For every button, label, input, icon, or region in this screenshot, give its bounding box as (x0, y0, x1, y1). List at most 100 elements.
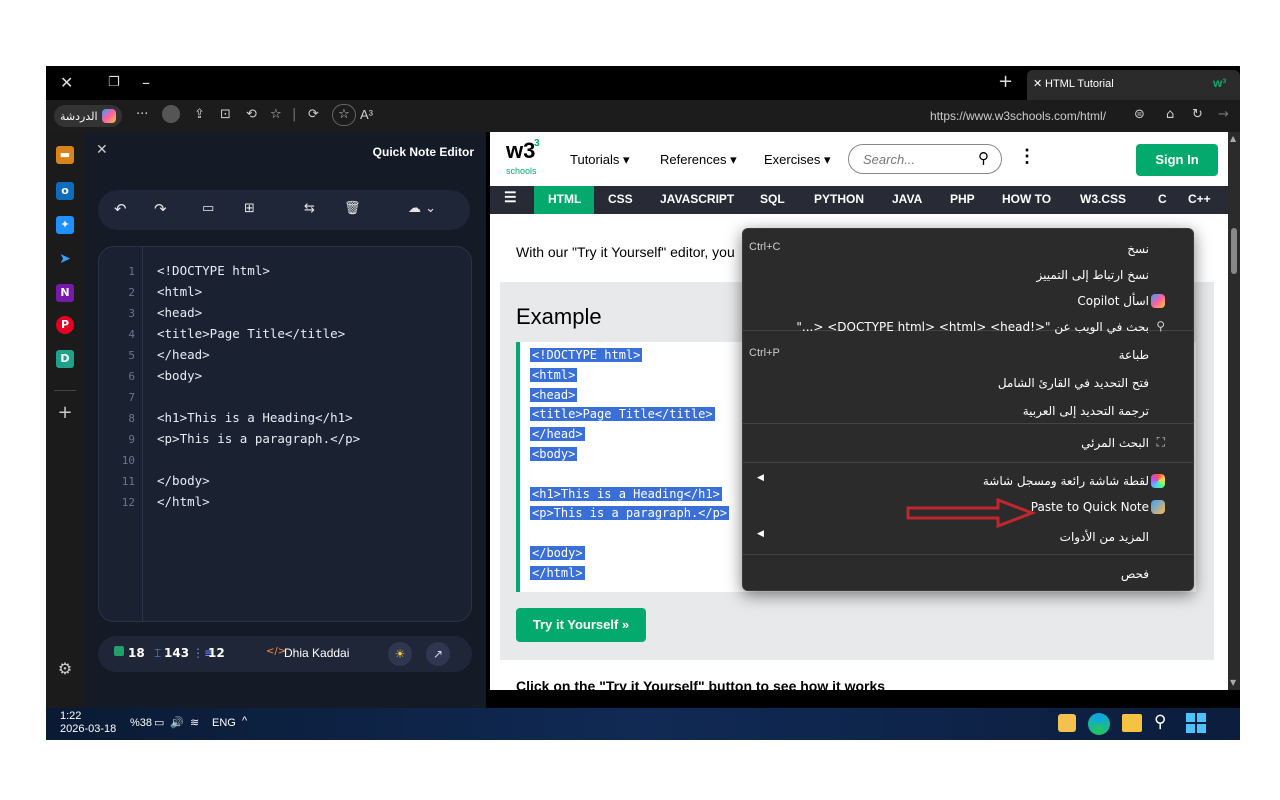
clock-time[interactable]: 1:22 (60, 710, 81, 722)
more-options-icon[interactable]: ⋮ (1018, 146, 1036, 167)
cloud-download-icon[interactable]: ☁ ⌄ (408, 201, 436, 216)
undo-icon[interactable]: ↶ (114, 200, 127, 218)
minimize-window-icon[interactable]: – (142, 73, 150, 92)
menu-item[interactable]: نسخ Ctrl+C (743, 237, 1193, 263)
favorite-star-icon[interactable]: ☆ (332, 104, 356, 126)
quick-note-icon[interactable]: D (56, 350, 74, 368)
subnav-python[interactable]: PYTHON (814, 192, 864, 206)
scrollbar-thumb[interactable] (1231, 228, 1237, 274)
page-scrollbar[interactable]: ▲ ▼ (1228, 132, 1240, 690)
open-external-icon[interactable]: ↗ (426, 642, 450, 666)
close-tab-icon[interactable]: ✕ (1033, 77, 1042, 90)
example-code-line[interactable]: <!DOCTYPE html> (530, 348, 643, 362)
battery-icon[interactable]: ▭ (154, 716, 164, 729)
sign-in-button[interactable]: Sign In (1136, 144, 1218, 176)
menu-item[interactable]: بحث في الويب عن "<!DOCTYPE html> <html> … (743, 315, 1193, 341)
w3-logo[interactable]: w3 (506, 138, 535, 164)
subnav-php[interactable]: PHP (950, 192, 975, 206)
extensions-icon[interactable]: ⟳ (308, 107, 319, 122)
close-window-icon[interactable]: ✕ (60, 73, 73, 92)
subnav-java[interactable]: JAVA (892, 192, 922, 206)
example-code-line[interactable]: </html> (530, 565, 585, 580)
profile-avatar[interactable] (162, 105, 180, 123)
search-taskbar-icon[interactable]: ⚲ (1154, 712, 1166, 732)
onenote-icon[interactable]: N (56, 284, 74, 302)
menu-item[interactable]: فتح التحديد في القارئ الشامل (743, 371, 1193, 397)
volume-icon[interactable]: 🔊 (170, 716, 184, 729)
pinterest-icon[interactable]: P (56, 316, 74, 334)
menu-item[interactable]: طباعة Ctrl+P (743, 343, 1193, 369)
tab-html-tutorial[interactable]: ✕ HTML Tutorial w³ (1027, 70, 1240, 100)
nav-tutorials[interactable]: Tutorials ▾ (570, 152, 630, 168)
menu-item[interactable]: المزيد من الأدوات ◀ (743, 525, 1193, 551)
menu-item[interactable]: ترجمة التحديد إلى العربية (743, 399, 1193, 425)
restore-window-icon[interactable]: ❐ (108, 75, 120, 90)
windows-start-icon[interactable] (1186, 713, 1206, 733)
code-line[interactable]: <h1>This is a Heading</h1> (157, 410, 353, 425)
code-line[interactable]: </body> (157, 473, 210, 488)
lock-icon[interactable]: ⊜ (1134, 107, 1145, 122)
example-code-line[interactable]: <head> (530, 387, 578, 402)
example-code-line[interactable]: <title>Page Title</title> (530, 407, 715, 422)
history-icon[interactable]: ⟲ (246, 107, 257, 122)
read-aloud-icon[interactable]: A³ (360, 107, 373, 122)
forward-icon[interactable]: → (1218, 107, 1229, 122)
example-code-line[interactable]: <html> (530, 367, 578, 382)
subnav-c[interactable]: C (1158, 192, 1167, 206)
outlook-icon[interactable]: o (56, 182, 74, 200)
try-it-yourself-button[interactable]: Try it Yourself » (516, 608, 646, 642)
language-indicator[interactable]: ENG (212, 717, 236, 729)
delete-icon[interactable]: 🗑 (344, 201, 361, 216)
subnav-css[interactable]: CSS (608, 192, 633, 206)
new-tab-icon[interactable]: + (998, 71, 1013, 92)
subnav-html[interactable]: HTML (548, 192, 581, 206)
home-icon[interactable]: ⌂ (1166, 107, 1174, 122)
example-code-line[interactable]: </head> (530, 427, 585, 442)
search-icon[interactable]: ⚲ (978, 149, 989, 167)
store-icon[interactable] (1058, 714, 1076, 732)
battery-percent[interactable]: %38 (130, 717, 152, 729)
tray-chevron-icon[interactable]: ^ (242, 715, 247, 727)
hamburger-menu-icon[interactable]: ☰ (504, 189, 517, 206)
settings-icon[interactable]: ⚙ (56, 660, 74, 678)
clock-date[interactable]: 2026-03-18 (60, 723, 116, 735)
menu-item[interactable]: اسأل Copilot (743, 289, 1193, 315)
code-line[interactable]: </html> (157, 494, 210, 509)
menu-item[interactable]: البحث المرئي ⛶ (743, 431, 1193, 457)
example-code-line[interactable]: <h1>This is a Heading</h1> (530, 486, 722, 501)
refresh-icon[interactable]: ↻ (1192, 107, 1203, 122)
paste-icon[interactable]: ⊞ (244, 201, 255, 216)
subnav-howto[interactable]: HOW TO (1002, 192, 1051, 206)
code-line[interactable]: <body> (157, 368, 202, 383)
code-line[interactable]: <!DOCTYPE html> (157, 263, 270, 278)
nav-exercises[interactable]: Exercises ▾ (764, 152, 831, 168)
chat-copilot-button[interactable]: الدردشة (54, 105, 122, 127)
code-line[interactable]: <head> (157, 305, 202, 320)
example-code-line[interactable]: <p>This is a paragraph.</p> (530, 506, 730, 521)
add-icon[interactable]: + (56, 404, 74, 422)
example-code-line[interactable]: <body> (530, 447, 578, 461)
tools-icon[interactable]: ▬ (56, 146, 74, 164)
telegram-icon[interactable]: ➤ (56, 250, 74, 268)
subnav-w3css[interactable]: W3.CSS (1080, 192, 1126, 206)
example-code-line[interactable]: </body> (530, 546, 585, 560)
scroll-down-icon[interactable]: ▼ (1230, 678, 1236, 687)
clipboard-icon[interactable]: ▭ (202, 201, 214, 216)
code-line[interactable]: <title>Page Title</title> (157, 326, 345, 341)
close-panel-icon[interactable]: ✕ (96, 142, 108, 158)
wifi-icon[interactable]: ≋ (190, 716, 199, 729)
edge-icon[interactable] (1088, 713, 1110, 735)
nav-references[interactable]: References ▾ (660, 152, 737, 168)
subnav-javascript[interactable]: JAVASCRIPT (660, 192, 734, 206)
file-explorer-icon[interactable] (1122, 714, 1142, 732)
menu-item[interactable]: فحص (743, 562, 1193, 588)
format-icon[interactable]: ⇆ (304, 201, 315, 216)
more-icon[interactable]: ··· (136, 107, 148, 122)
theme-sun-icon[interactable]: ☀ (388, 642, 412, 666)
menu-item[interactable]: نسخ ارتباط إلى التمييز (743, 263, 1193, 289)
code-editor[interactable]: 1 2 3 4 5 6 7 8 9 10 11 12 <!DOCTYPE html> <html> <he… (98, 246, 472, 622)
share-icon[interactable]: ⇪ (194, 107, 205, 122)
code-line[interactable]: <p>This is a paragraph.</p> (157, 431, 360, 446)
screenshot-icon[interactable]: ⊡ (220, 107, 231, 122)
scroll-up-icon[interactable]: ▲ (1230, 134, 1236, 143)
